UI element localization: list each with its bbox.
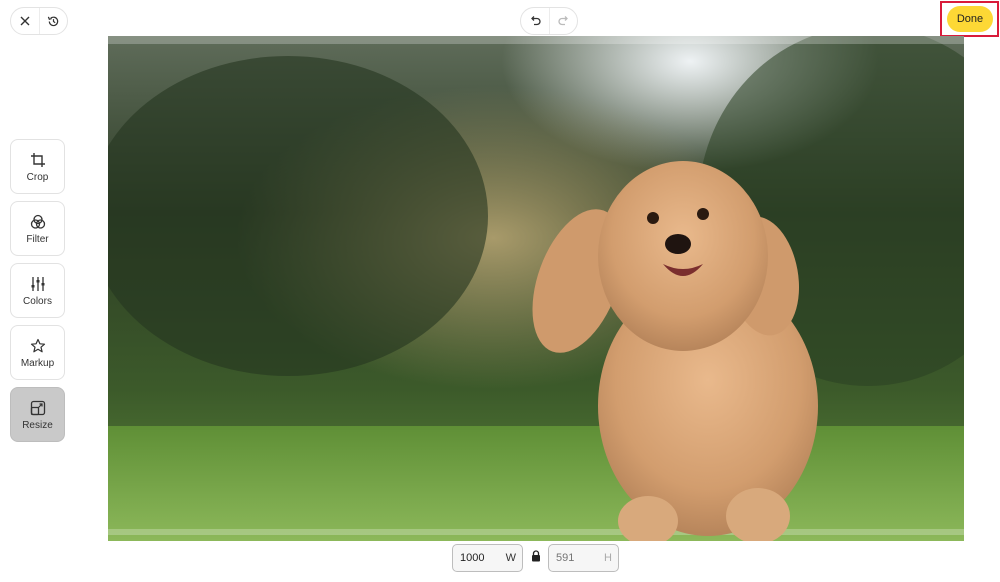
tool-crop[interactable]: Crop bbox=[10, 139, 65, 194]
tool-resize[interactable]: Resize bbox=[10, 387, 65, 442]
tool-crop-label: Crop bbox=[26, 171, 49, 183]
tool-filter-label: Filter bbox=[26, 233, 49, 245]
undo-button[interactable] bbox=[521, 8, 549, 34]
redo-icon bbox=[557, 15, 570, 27]
image-editor: Done Crop Filter Colors Markup Resize 10… bbox=[0, 0, 1000, 582]
done-button[interactable]: Done bbox=[947, 6, 993, 32]
tool-filter[interactable]: Filter bbox=[10, 201, 65, 256]
height-input[interactable] bbox=[556, 552, 596, 564]
history-button[interactable] bbox=[39, 8, 67, 34]
tool-colors-label: Colors bbox=[23, 295, 52, 307]
tool-markup-label: Markup bbox=[20, 357, 55, 369]
history-icon bbox=[47, 15, 60, 28]
close-button[interactable] bbox=[11, 8, 39, 34]
redo-button[interactable] bbox=[549, 8, 577, 34]
crop-icon bbox=[30, 151, 46, 169]
tool-resize-label: Resize bbox=[22, 419, 53, 431]
undo-icon bbox=[529, 15, 541, 27]
width-input[interactable] bbox=[460, 552, 500, 564]
poodle-photo bbox=[108, 36, 964, 541]
close-history-group bbox=[10, 7, 68, 35]
width-field[interactable]: W bbox=[452, 544, 523, 572]
star-icon bbox=[30, 337, 46, 355]
sliders-icon bbox=[30, 275, 46, 293]
image-canvas[interactable] bbox=[108, 36, 964, 541]
aspect-lock-button[interactable] bbox=[523, 549, 548, 567]
close-icon bbox=[20, 16, 30, 26]
tool-colors[interactable]: Colors bbox=[10, 263, 65, 318]
resize-icon bbox=[30, 399, 46, 417]
width-unit: W bbox=[505, 552, 516, 564]
height-field[interactable]: H bbox=[548, 544, 619, 572]
filter-icon bbox=[30, 213, 46, 231]
tool-panel: Crop Filter Colors Markup Resize bbox=[10, 139, 65, 449]
undo-redo-group bbox=[520, 7, 578, 35]
resize-dimensions: W H bbox=[452, 544, 619, 572]
lock-icon bbox=[531, 549, 541, 567]
tool-markup[interactable]: Markup bbox=[10, 325, 65, 380]
height-unit: H bbox=[604, 552, 612, 564]
